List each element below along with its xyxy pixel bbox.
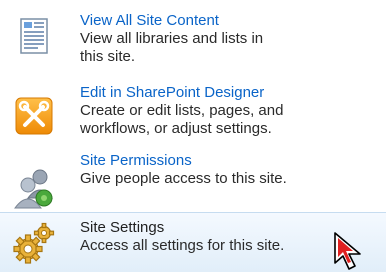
menu-item-text: View All Site Content View all libraries… — [80, 12, 380, 66]
menu-item-title[interactable]: Site Permissions — [80, 152, 380, 170]
tools-icon — [10, 92, 58, 140]
menu-item-site-settings[interactable]: Site Settings Access all settings for th… — [0, 212, 386, 272]
menu-item-description: Give people access to this site. — [80, 170, 287, 187]
menu-item-description: Create or edit lists, pages, and workflo… — [80, 102, 284, 137]
people-icon — [10, 164, 58, 212]
menu-item-edit-in-sharepoint-designer[interactable]: Edit in SharePoint Designer Create or ed… — [0, 80, 386, 150]
menu-item-title[interactable]: View All Site Content — [80, 12, 380, 30]
menu-item-text: Edit in SharePoint Designer Create or ed… — [80, 84, 380, 138]
menu-item-description: View all libraries and lists in this sit… — [80, 30, 264, 65]
menu-item-text: Site Permissions Give people access to t… — [80, 152, 380, 188]
document-list-icon — [10, 16, 58, 64]
site-actions-menu: View All Site Content View all libraries… — [0, 0, 386, 272]
menu-item-title[interactable]: Edit in SharePoint Designer — [80, 84, 380, 102]
menu-item-view-all-site-content[interactable]: View All Site Content View all libraries… — [0, 0, 386, 80]
gears-icon — [10, 219, 58, 267]
mouse-pointer-icon — [332, 230, 368, 272]
menu-item-site-permissions[interactable]: Site Permissions Give people access to t… — [0, 150, 386, 212]
